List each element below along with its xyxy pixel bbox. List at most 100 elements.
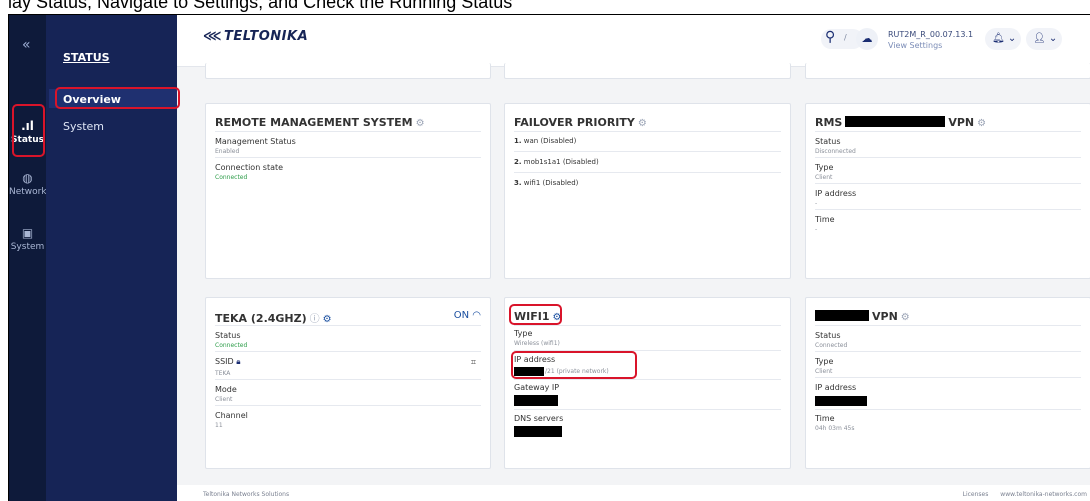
gear-icon[interactable]: ⚙ (638, 118, 647, 129)
qr-code-icon[interactable]: ⌗ (471, 358, 476, 368)
card-partial (205, 63, 491, 79)
field-value: Connected (215, 342, 248, 349)
field-label: Status (215, 331, 241, 340)
card-title: FAILOVER PRIORITY ⚙ (514, 116, 647, 129)
field-label: Status (815, 331, 841, 340)
card-partial (805, 63, 1090, 79)
field-value: Enabled (215, 148, 240, 155)
notifications-button[interactable]: 🔔︎ ⌄ (985, 28, 1021, 50)
field-label: Management Status (215, 137, 296, 146)
divider (815, 409, 1081, 410)
field-label: IP address (815, 189, 857, 198)
footer-company: Teltonika Networks Solutions (203, 491, 290, 498)
collapse-icon[interactable]: « (22, 37, 31, 53)
divider (215, 325, 481, 326)
top-header: ⋘ TELTONIKA ⚲ / ☁ RUT2M_R_00.07.13.1 View… (177, 15, 1090, 67)
field-value: Client (815, 368, 833, 375)
list-item: 2. mob1s1a1 (Disabled) (514, 158, 599, 166)
highlight-wifi1-title (509, 304, 562, 325)
divider (514, 151, 781, 152)
list-item: 3. wifi1 (Disabled) (514, 179, 579, 187)
gear-icon[interactable]: ⚙ (901, 312, 910, 323)
divider (514, 131, 781, 132)
field-label: Channel (215, 411, 248, 420)
device-icon: ▣ (21, 226, 34, 240)
nav-item-system[interactable]: System (63, 120, 104, 133)
redacted-block (514, 426, 562, 437)
app-window: « .ıl Status ◍ Network ▣ System STATUS O… (8, 14, 1090, 501)
field-label: Gateway IP (514, 383, 560, 392)
section-title: STATUS (63, 51, 110, 64)
field-label: Mode (215, 385, 237, 394)
field-label: Type (514, 329, 533, 338)
divider (815, 377, 1081, 378)
field-value: Disconnected (815, 148, 856, 155)
user-icon: 👤︎ (1033, 33, 1046, 44)
divider (514, 409, 781, 410)
wifi-icon: ◠ (472, 310, 481, 321)
field-value: Wireless (wifi1) (514, 340, 560, 347)
field-label: Status (815, 137, 841, 146)
card-partial (504, 63, 791, 79)
user-menu-button[interactable]: 👤︎ ⌄ (1026, 28, 1062, 50)
teltonika-logo-icon: ⋘ (203, 29, 222, 44)
field-value: Client (215, 396, 233, 403)
field-value: 11 (215, 422, 223, 429)
field-value: Connected (815, 342, 848, 349)
field-value: - (815, 226, 818, 233)
search-shortcut: / (844, 33, 847, 42)
cloud-icon[interactable]: ☁ (856, 28, 878, 50)
divider (514, 172, 781, 173)
info-icon[interactable]: ⓘ (310, 314, 320, 325)
licenses-link[interactable]: Licenses (963, 491, 989, 498)
field-label: Type (815, 357, 834, 366)
divider (815, 325, 1081, 326)
wifi-state-toggle[interactable]: ON ◠ (454, 310, 481, 321)
divider (215, 157, 481, 158)
gear-icon[interactable]: ⚙ (977, 118, 986, 129)
card-vpn: VPN ⚙ Status Connected Type Client IP add… (805, 297, 1090, 469)
card-title: TEKA (2.4GHZ) ⓘ ⚙ (215, 312, 332, 325)
caption-strip: lay Status, Navigate to Settings, and Ch… (0, 0, 1090, 14)
divider (215, 131, 481, 132)
rail-item-label: Network (9, 187, 47, 197)
globe-icon: ◍ (22, 171, 33, 185)
chevron-down-icon: ⌄ (1007, 33, 1017, 44)
redacted-block (815, 310, 869, 321)
website-link[interactable]: www.teltonika-networks.com (1000, 491, 1087, 498)
device-info[interactable]: RUT2M_R_00.07.13.1 View Settings (888, 29, 973, 51)
divider (215, 405, 481, 406)
card-wifi1: WIFI1 ⚙ Type Wireless (wifi1) IP address … (504, 297, 791, 469)
bell-icon: 🔔︎ (992, 33, 1005, 44)
gear-icon[interactable]: ⚙ (323, 314, 332, 325)
brand-logo[interactable]: ⋘ TELTONIKA (203, 29, 308, 44)
divider (514, 325, 781, 326)
rail-item-label: System (10, 242, 45, 252)
redacted-block (815, 396, 867, 406)
list-item: 1. wan (Disabled) (514, 137, 577, 145)
card-rms-vpn: RMS VPN ⚙ Status Disconnected Type Client … (805, 103, 1090, 279)
rail-item-network[interactable]: ◍ Network (9, 171, 47, 197)
view-settings-link[interactable]: View Settings (888, 40, 973, 51)
card-title: REMOTE MANAGEMENT SYSTEM ⚙ (215, 116, 425, 129)
divider (815, 209, 1081, 210)
divider (815, 157, 1081, 158)
highlight-status-rail (12, 104, 45, 157)
card-title: VPN ⚙ (815, 310, 910, 323)
field-label: DNS servers (514, 414, 564, 423)
card-title: RMS VPN ⚙ (815, 116, 987, 129)
field-label: Time (815, 414, 835, 423)
divider (815, 351, 1081, 352)
field-value: 04h 03m 45s (815, 425, 855, 432)
section-nav: STATUS Overview System (46, 15, 180, 501)
caption-text: lay Status, Navigate to Settings, and Ch… (8, 0, 513, 12)
divider (815, 131, 1081, 132)
field-label: Time (815, 215, 835, 224)
footer-links: Licenses www.teltonika-networks.com (953, 491, 1087, 498)
gear-icon[interactable]: ⚙ (416, 118, 425, 129)
field-value: TEKA (215, 370, 231, 377)
rail-item-system[interactable]: ▣ System (9, 226, 46, 252)
highlight-ip-address (511, 351, 637, 379)
card-teka-wireless: TEKA (2.4GHZ) ⓘ ⚙ ON ◠ Status Connected SS… (205, 297, 491, 469)
divider (514, 379, 781, 380)
